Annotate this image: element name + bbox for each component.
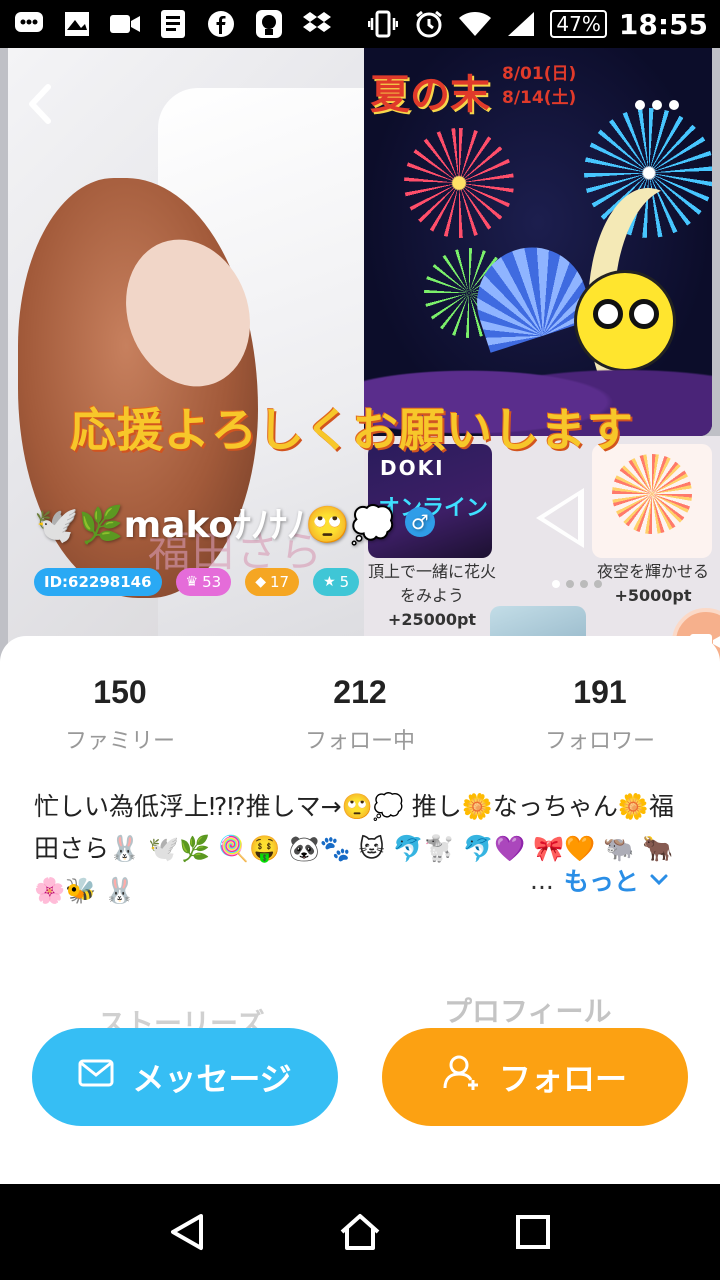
follow-button[interactable]: フォロー [382,1028,688,1126]
play-icon[interactable] [536,488,584,548]
gift-label: 頂上で一緒に花火をみよう +25000pt [367,562,496,629]
more-link[interactable]: ... もっと [530,862,669,898]
news-icon [156,7,190,41]
profile-card: 150 ファミリー 212 フォロー中 191 フォロワー 忙しい為低浮上⁉︎⁉… [0,636,720,1184]
stat-followers[interactable]: 191 フォロワー [480,674,720,755]
clock: 18:55 [618,7,708,41]
dropbox-icon [300,7,334,41]
signal-icon [504,7,538,41]
fireworks-thumbnail[interactable] [592,444,712,558]
app-icon [252,7,286,41]
status-bar: 47% 18:55 [0,0,720,48]
tabs: ストーリーズ プロフィール [0,976,720,1040]
profile-header-media: 福田さら 夏の末 8/01(日) 8/14(土) DOKI オンライン 頂上で一… [0,48,720,668]
gift-panel: DOKI オンライン 頂上で一緒に花火をみよう +25000pt 夜空を輝かせる… [364,436,720,668]
video-icon [108,7,142,41]
add-user-icon [443,1054,481,1100]
back-button[interactable] [26,82,54,136]
username: 🕊️🌿makoﾅﾉﾅﾉ🙄💭 ♂ [34,496,435,548]
battery-indicator: 47% [550,10,607,38]
vibrate-icon [366,7,400,41]
message-icon [12,7,46,41]
badges: ID:62298146 ♛ 53 ◆ 17 ★ 5 [34,568,360,596]
star-icon: ★ [323,574,336,590]
user-id-badge: ID:62298146 [34,568,162,596]
stat-family[interactable]: 150 ファミリー [0,674,240,755]
wifi-icon [458,7,492,41]
username-text: 🕊️🌿makoﾅﾉﾅﾉ🙄💭 [34,505,395,546]
poster-title: 夏の末 [370,72,490,118]
triangle-back-icon [170,1214,203,1250]
gift-label: 夜空を輝かせる +5000pt [596,562,709,605]
more-button[interactable] [634,76,680,120]
star-badge: ★ 5 [313,568,360,596]
carousel-indicator [552,580,602,588]
gem-badge: ◆ 17 [245,568,300,596]
screen: 47% 18:55 福田さら 夏の末 8/01(日) 8/14(土) DOKI … [0,0,720,1280]
crown-badge: ♛ 53 [175,568,232,596]
message-button[interactable]: メッセージ [32,1028,338,1126]
nav-recents-button[interactable] [503,1202,563,1262]
facebook-icon [204,7,238,41]
gem-icon: ◆ [255,574,266,590]
stat-following[interactable]: 212 フォロー中 [240,674,480,755]
home-icon [340,1214,380,1250]
male-icon: ♂ [404,507,435,537]
nav-back-button[interactable] [157,1202,217,1262]
nav-home-button[interactable] [330,1202,390,1262]
wallpaper-icon [60,7,94,41]
crown-icon: ♛ [185,574,199,590]
navigation-bar [0,1184,720,1280]
recents-icon [516,1215,551,1249]
tab-profile[interactable]: プロフィール [444,990,611,1030]
more-icon [635,100,679,110]
chevron-left-icon [29,84,51,124]
stats-row: 150 ファミリー 212 フォロー中 191 フォロワー [0,674,720,755]
support-banner: 応援よろしくお願いします [70,403,634,457]
mail-icon [78,1059,114,1095]
poster-dates: 8/01(日) 8/14(土) [502,64,577,108]
alarm-icon [412,7,446,41]
chevron-down-icon [649,868,669,892]
